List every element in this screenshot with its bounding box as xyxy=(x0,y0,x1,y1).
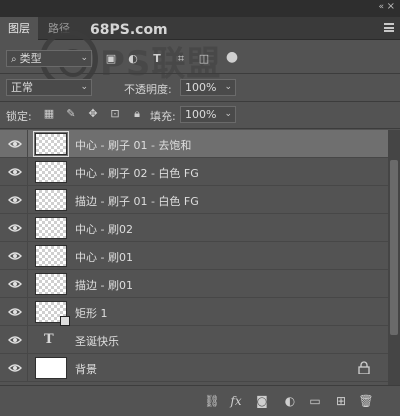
layer-name[interactable]: 描边 - 刷01 xyxy=(75,277,133,293)
divider xyxy=(0,73,400,74)
layer-row[interactable]: T 圣诞快乐 xyxy=(0,326,388,354)
panel-title-strip: « × xyxy=(0,0,400,17)
lock-artboard-icon[interactable]: ⊡ xyxy=(108,107,122,121)
eye-icon[interactable] xyxy=(8,306,22,318)
layer-name[interactable]: 中心 - 刷子 02 - 白色 FG xyxy=(75,165,199,181)
search-icon: ⌕ xyxy=(11,54,17,65)
filter-shape-icon[interactable]: ⌗ xyxy=(174,52,188,66)
eye-icon[interactable] xyxy=(8,194,22,206)
add-mask-icon[interactable]: ◙ xyxy=(254,394,270,408)
close-panel-icon[interactable]: × xyxy=(387,1,395,12)
layers-list: 中心 - 刷子 01 - 去饱和 中心 - 刷子 02 - 白色 FG 描边 -… xyxy=(0,130,388,385)
layer-thumbnail[interactable] xyxy=(35,161,67,183)
eye-icon[interactable] xyxy=(8,250,22,262)
layer-row[interactable]: 中心 - 刷子 02 - 白色 FG xyxy=(0,158,388,186)
text-layer-icon[interactable]: T xyxy=(44,332,54,347)
eye-icon[interactable] xyxy=(8,138,22,150)
lock-icon[interactable] xyxy=(358,361,370,375)
layer-row[interactable]: 矩形 1 xyxy=(0,298,388,326)
layer-row[interactable]: 中心 - 刷01 xyxy=(0,242,388,270)
fill-value: 100% xyxy=(185,108,217,121)
layer-name[interactable]: 描边 - 刷子 01 - 白色 FG xyxy=(75,193,199,209)
layers-bottom-toolbar: ⛓ fx ◙ ◐ ▭ ⊞ 🗑︎ xyxy=(0,385,400,416)
layer-name[interactable]: 背景 xyxy=(75,361,97,377)
filter-smart-object-icon[interactable]: ◫ xyxy=(197,52,211,66)
divider xyxy=(0,128,400,129)
fx-icon[interactable]: fx xyxy=(228,394,244,408)
tab-layers[interactable]: 图层 xyxy=(0,17,38,40)
layer-name[interactable]: 圣诞快乐 xyxy=(75,333,119,349)
link-layers-icon[interactable]: ⛓ xyxy=(204,394,220,408)
chevron-down-icon: ⌄ xyxy=(80,53,88,63)
shape-layer-icon xyxy=(60,316,70,326)
lock-all-icon[interactable]: 🔒︎ xyxy=(130,107,144,121)
scrollbar-thumb[interactable] xyxy=(390,160,398,335)
filter-adjustment-icon[interactable]: ◐ xyxy=(126,52,140,66)
eye-icon[interactable] xyxy=(8,334,22,346)
layer-row[interactable]: 背景 xyxy=(0,354,388,382)
eye-icon[interactable] xyxy=(8,222,22,234)
layer-thumbnail[interactable] xyxy=(35,273,67,295)
layer-thumbnail[interactable] xyxy=(35,189,67,211)
new-group-folder-icon[interactable]: ▭ xyxy=(307,394,323,408)
fill-label: 填充: xyxy=(150,110,176,123)
lock-transparent-icon[interactable]: ▦ xyxy=(42,107,56,121)
collapse-panels-icon[interactable]: « xyxy=(378,2,383,12)
layer-row[interactable]: 中心 - 刷子 01 - 去饱和 xyxy=(0,130,388,158)
lock-image-brush-icon[interactable]: ✎ xyxy=(64,107,78,121)
eye-icon[interactable] xyxy=(8,278,22,290)
filter-kind-label: 类型 xyxy=(19,52,42,65)
layer-name[interactable]: 中心 - 刷子 01 - 去饱和 xyxy=(75,137,191,153)
blend-mode-dropdown[interactable]: 正常 ⌄ xyxy=(6,79,92,96)
new-layer-icon[interactable]: ⊞ xyxy=(333,394,349,408)
layer-name[interactable]: 矩形 1 xyxy=(75,305,108,321)
lock-label: 锁定: xyxy=(6,110,32,123)
eye-icon[interactable] xyxy=(8,166,22,178)
layers-scrollbar[interactable] xyxy=(388,130,400,385)
filter-toggle-icon[interactable]: ● xyxy=(225,50,239,64)
filter-type-icon[interactable]: T xyxy=(150,52,164,66)
layer-row[interactable]: 描边 - 刷子 01 - 白色 FG xyxy=(0,186,388,214)
trash-icon[interactable]: 🗑︎ xyxy=(358,394,374,408)
lock-position-move-icon[interactable]: ✥ xyxy=(86,107,100,121)
layer-thumbnail[interactable] xyxy=(35,245,67,267)
layer-row[interactable]: 中心 - 刷02 xyxy=(0,214,388,242)
eye-icon[interactable] xyxy=(8,362,22,374)
chevron-down-icon: ⌄ xyxy=(224,82,232,92)
layer-row[interactable]: 描边 - 刷01 xyxy=(0,270,388,298)
layer-thumbnail[interactable] xyxy=(35,217,67,239)
layer-thumbnail[interactable] xyxy=(33,131,69,157)
layer-name[interactable]: 中心 - 刷01 xyxy=(75,249,133,265)
panel-menu-icon[interactable] xyxy=(384,23,394,32)
adjustment-layer-icon[interactable]: ◐ xyxy=(282,394,298,408)
opacity-field[interactable]: 100% ⌄ xyxy=(180,79,236,96)
blend-mode-value: 正常 xyxy=(11,81,33,94)
watermark-text: 68PS.com xyxy=(90,22,168,38)
opacity-label: 不透明度: xyxy=(124,83,172,96)
chevron-down-icon: ⌄ xyxy=(80,82,88,92)
filter-kind-dropdown[interactable]: ⌕ 类型 ⌄ xyxy=(6,50,92,67)
divider xyxy=(0,101,400,102)
opacity-value: 100% xyxy=(185,81,217,94)
layer-name[interactable]: 中心 - 刷02 xyxy=(75,221,133,237)
chevron-down-icon: ⌄ xyxy=(224,109,232,119)
filter-pixel-icon[interactable]: ▣ xyxy=(104,52,118,66)
layer-thumbnail[interactable] xyxy=(35,301,70,326)
fill-field[interactable]: 100% ⌄ xyxy=(180,106,236,123)
layer-thumbnail[interactable] xyxy=(35,357,67,379)
